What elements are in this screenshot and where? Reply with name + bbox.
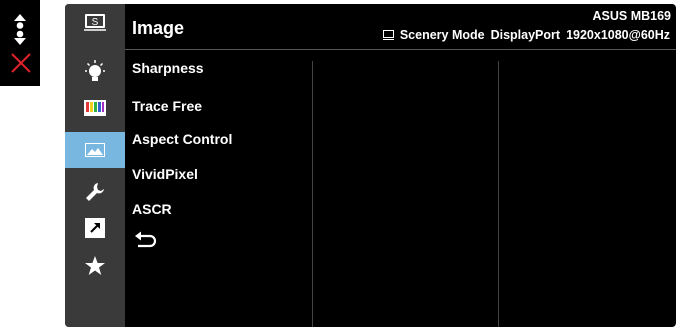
column-divider (498, 61, 499, 327)
sidebar (65, 50, 125, 327)
star-icon (85, 256, 105, 275)
sidebar-item-myfavorite[interactable] (65, 248, 125, 284)
page-title: Image (132, 18, 185, 38)
menu-item-trace-free[interactable]: Trace Free (132, 98, 202, 114)
sidebar-item-color[interactable] (65, 90, 125, 126)
shortcut-arrow-icon (85, 218, 105, 238)
model-name: ASUS MB169 (592, 9, 672, 23)
image-landscape-icon (85, 143, 105, 157)
menu-item-ascr[interactable]: ASCR (132, 201, 172, 217)
sidebar-item-image[interactable] (65, 132, 125, 168)
color-bars-icon (84, 100, 106, 116)
menu-item-vividpixel[interactable]: VividPixel (132, 166, 198, 182)
wrench-icon (86, 183, 104, 201)
return-arrow-icon[interactable] (134, 231, 158, 251)
brightness-bulb-icon (85, 60, 105, 81)
sidebar-item-system-setup[interactable] (65, 174, 125, 210)
close-icon[interactable] (10, 52, 32, 74)
sidebar-header: S (65, 4, 125, 50)
status-mode: Scenery Mode (399, 28, 485, 42)
status-line: Scenery Mode DisplayPort 1920x1080@60Hz (382, 28, 670, 42)
menu-item-sharpness[interactable]: Sharpness (132, 60, 204, 76)
osd-panel: Image ASUS MB169 Scenery Mode DisplayPor… (65, 4, 676, 327)
splendid-s-icon[interactable]: S (84, 13, 106, 31)
monitor-icon (382, 30, 394, 40)
status-input: DisplayPort (490, 28, 561, 42)
column-divider (312, 61, 313, 327)
menu-item-aspect-control[interactable]: Aspect Control (132, 131, 232, 147)
svg-text:S: S (92, 17, 99, 28)
status-resolution: 1920x1080@60Hz (566, 28, 670, 42)
control-strip (0, 0, 40, 86)
osd-header: Image ASUS MB169 Scenery Mode DisplayPor… (65, 4, 676, 50)
sidebar-item-brightness[interactable] (65, 54, 125, 90)
sidebar-item-shortcut[interactable] (65, 210, 125, 246)
up-down-navigate-icon[interactable] (11, 14, 29, 46)
